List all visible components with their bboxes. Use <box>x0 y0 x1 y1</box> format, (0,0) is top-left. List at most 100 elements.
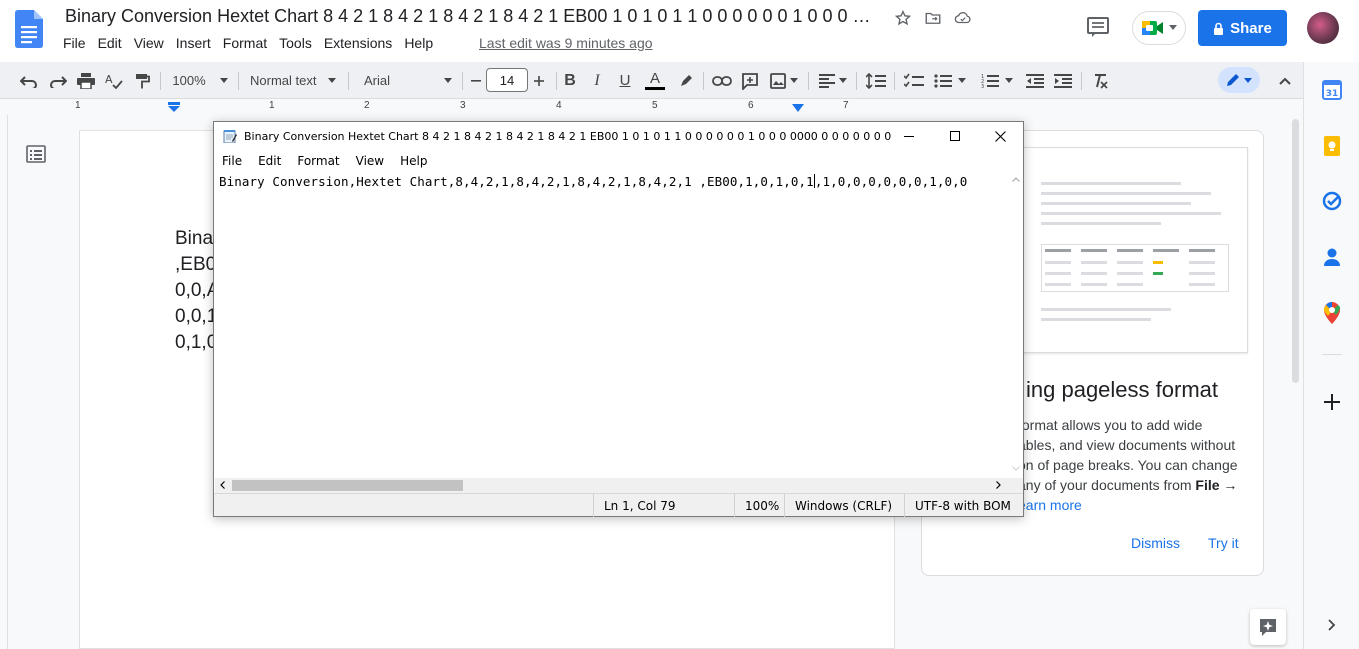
checklist-icon[interactable] <box>902 62 926 99</box>
dismiss-button[interactable]: Dismiss <box>1131 535 1180 551</box>
notepad-app-icon <box>223 130 237 143</box>
try-it-button[interactable]: Try it <box>1208 535 1239 551</box>
notepad-menu-format[interactable]: Format <box>289 154 347 168</box>
undo-icon[interactable] <box>18 62 40 99</box>
scroll-up-arrow-icon[interactable] <box>1012 177 1020 182</box>
insert-image-icon[interactable] <box>766 62 802 99</box>
paint-format-icon[interactable] <box>131 62 153 99</box>
collapse-menus-icon[interactable] <box>1274 62 1296 99</box>
print-icon[interactable] <box>75 62 97 99</box>
share-button[interactable]: Share <box>1198 10 1287 46</box>
italic-icon[interactable]: I <box>587 62 607 99</box>
menu-file[interactable]: File <box>63 35 94 51</box>
increase-indent-icon[interactable] <box>1051 62 1075 99</box>
horizontal-scroll-thumb[interactable] <box>232 480 463 491</box>
align-icon[interactable] <box>816 62 850 99</box>
notepad-menu-view[interactable]: View <box>348 154 392 168</box>
google-docs-logo-icon[interactable] <box>15 10 43 48</box>
chevron-down-icon <box>1169 25 1177 30</box>
share-label: Share <box>1230 19 1272 37</box>
menu-format[interactable]: Format <box>223 35 275 51</box>
lock-icon <box>1214 22 1224 35</box>
divider <box>462 72 463 90</box>
last-edit-link[interactable]: Last edit was 9 minutes ago <box>479 35 653 51</box>
keep-icon[interactable] <box>1320 134 1344 158</box>
panel-text-fragment: any of your documents from <box>1018 477 1196 493</box>
line-spacing-icon[interactable] <box>864 62 888 99</box>
close-button[interactable] <box>977 122 1023 150</box>
clear-formatting-icon[interactable] <box>1088 62 1112 99</box>
numbered-list-icon[interactable]: 123 <box>976 62 1018 99</box>
spellcheck-icon[interactable]: A <box>103 62 125 99</box>
redo-icon[interactable] <box>47 62 69 99</box>
left-indent-marker-icon[interactable] <box>168 102 180 112</box>
maps-icon[interactable] <box>1320 301 1344 325</box>
notepad-status-bar: Ln 1, Col 79 100% Windows (CRLF) UTF-8 w… <box>214 493 1023 517</box>
menu-help[interactable]: Help <box>404 35 441 51</box>
star-icon[interactable] <box>893 8 913 28</box>
menu-insert[interactable]: Insert <box>176 35 219 51</box>
get-add-ons-icon[interactable] <box>1320 390 1344 414</box>
scrollbar-thumb[interactable] <box>1292 119 1299 383</box>
text-color-icon[interactable]: A <box>643 62 667 99</box>
bold-icon[interactable]: B <box>560 62 580 99</box>
document-outline-icon[interactable] <box>26 145 46 168</box>
comment-history-icon[interactable] <box>1086 16 1110 43</box>
zoom-value: 100% <box>172 73 206 88</box>
contacts-icon[interactable] <box>1320 245 1344 269</box>
chevron-right-icon[interactable] <box>1320 613 1344 637</box>
maximize-button[interactable] <box>932 122 978 150</box>
panel-text-line: ables, and view documents without <box>1018 437 1236 453</box>
notepad-vertical-scrollbar[interactable] <box>1008 172 1023 478</box>
font-size-input[interactable]: 14 <box>486 68 528 92</box>
document-title[interactable]: Binary Conversion Hextet Chart 8 4 2 1 8… <box>65 6 875 27</box>
bulleted-list-icon[interactable] <box>930 62 970 99</box>
meet-button[interactable] <box>1132 11 1186 45</box>
ruler-number: 7 <box>843 100 849 111</box>
notepad-menu-help[interactable]: Help <box>392 154 435 168</box>
divider <box>894 72 895 90</box>
status-line-ending: Windows (CRLF) <box>784 494 904 517</box>
right-indent-marker-icon[interactable] <box>792 104 804 112</box>
move-folder-icon[interactable] <box>923 8 943 28</box>
vertical-ruler <box>0 115 8 649</box>
font-family-select[interactable]: Arial <box>360 62 456 99</box>
document-scrollbar[interactable] <box>1287 115 1303 649</box>
menu-view[interactable]: View <box>134 35 172 51</box>
decrease-font-size-button[interactable] <box>466 62 486 99</box>
notepad-titlebar[interactable]: Binary Conversion Hextet Chart 8 4 2 1 8… <box>214 122 1023 150</box>
minimize-button[interactable] <box>886 122 932 150</box>
scroll-left-arrow-icon[interactable] <box>220 481 225 489</box>
highlight-color-icon[interactable] <box>675 62 697 99</box>
notepad-menu-edit[interactable]: Edit <box>250 154 289 168</box>
scroll-right-arrow-icon[interactable] <box>996 481 1001 489</box>
decrease-indent-icon[interactable] <box>1023 62 1047 99</box>
notepad-window[interactable]: Binary Conversion Hextet Chart 8 4 2 1 8… <box>213 121 1024 517</box>
caret-down-icon <box>444 78 452 83</box>
tasks-icon[interactable] <box>1320 189 1344 213</box>
scroll-down-arrow-icon[interactable] <box>1012 466 1020 471</box>
notepad-menubar: File Edit Format View Help <box>214 150 1023 172</box>
cloud-saved-icon[interactable] <box>953 8 973 28</box>
menu-edit[interactable]: Edit <box>98 35 130 51</box>
menu-tools[interactable]: Tools <box>279 35 320 51</box>
docs-toolbar: A 100% Normal text Arial B I U A 1 2 3 <box>0 62 1303 99</box>
learn-more-link[interactable]: earn more <box>1018 495 1240 515</box>
account-avatar[interactable] <box>1307 12 1339 44</box>
explore-button[interactable] <box>1250 609 1286 645</box>
ruler-number: 5 <box>652 100 658 111</box>
notepad-horizontal-scrollbar[interactable] <box>215 478 1008 493</box>
docs-header: Binary Conversion Hextet Chart 8 4 2 1 8… <box>0 0 1359 62</box>
insert-comment-icon[interactable] <box>739 62 761 99</box>
underline-icon[interactable]: U <box>615 62 635 99</box>
calendar-icon[interactable]: 31 <box>1320 78 1344 102</box>
increase-font-size-button[interactable] <box>528 62 550 99</box>
google-meet-icon <box>1142 21 1163 35</box>
zoom-select[interactable]: 100% <box>168 62 232 99</box>
notepad-text-area[interactable]: Binary Conversion,Hextet Chart,8,4,2,1,8… <box>215 172 1008 478</box>
notepad-menu-file[interactable]: File <box>214 154 250 168</box>
insert-link-icon[interactable] <box>711 62 733 99</box>
paragraph-style-select[interactable]: Normal text <box>246 62 340 99</box>
editing-mode-button[interactable] <box>1218 67 1260 93</box>
menu-extensions[interactable]: Extensions <box>324 35 400 51</box>
